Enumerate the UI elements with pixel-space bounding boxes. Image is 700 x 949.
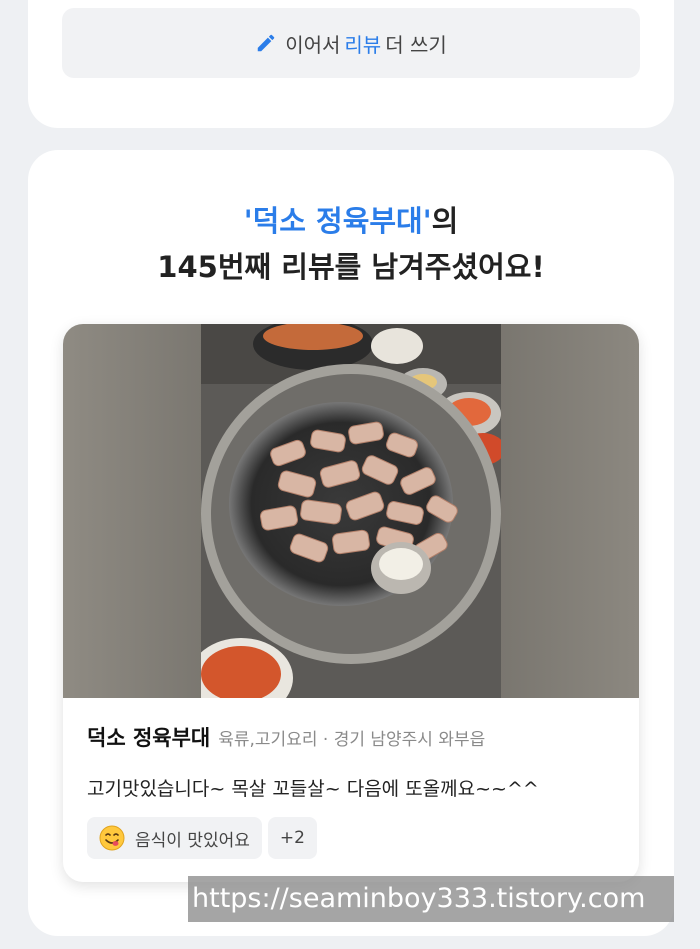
previous-card: 이어서 리뷰 더 쓰기 <box>28 0 674 128</box>
review-info: 덕소 정육부대 육류,고기요리 · 경기 남양주시 와부읍 고기맛있습니다~ 목… <box>87 722 627 859</box>
restaurant-meta: 육류,고기요리 · 경기 남양주시 와부읍 <box>218 730 486 750</box>
tag-more-count[interactable]: +2 <box>267 817 317 859</box>
review-complete-card: '덕소 정육부대'의 145번째 리뷰를 남겨주셨어요! 덕소 정육부대 육류,… <box>28 150 674 936</box>
continue-suffix: 더 쓰기 <box>385 32 447 57</box>
grill-photo-illustration <box>201 324 501 698</box>
continue-prefix: 이어서 <box>285 32 341 57</box>
restaurant-name[interactable]: 덕소 정육부대 <box>87 722 210 752</box>
review-text: 고기맛있습니다~ 목살 꼬들살~ 다음에 또올께요~~^^ <box>87 778 539 800</box>
headline-line-1: '덕소 정육부대'의 <box>28 198 674 244</box>
headline-line-2: 145번째 리뷰를 남겨주셨어요! <box>157 250 545 284</box>
pencil-icon <box>257 34 275 52</box>
review-photo-area <box>63 324 639 698</box>
tag-more-label: +2 <box>279 828 305 848</box>
headline-suffix: 의 <box>431 204 459 238</box>
continue-highlight: 리뷰 <box>344 32 382 57</box>
tag-tasty: 음식이 맛있어요 <box>87 817 262 859</box>
continue-review-button[interactable]: 이어서 리뷰 더 쓰기 <box>62 8 640 78</box>
yum-emoji-icon <box>99 825 125 851</box>
review-card[interactable]: 덕소 정육부대 육류,고기요리 · 경기 남양주시 와부읍 고기맛있습니다~ 목… <box>63 324 639 882</box>
tag-tasty-label: 음식이 맛있어요 <box>135 830 250 851</box>
restaurant-row: 덕소 정육부대 육류,고기요리 · 경기 남양주시 와부읍 <box>87 722 627 752</box>
review-tags: 음식이 맛있어요 +2 <box>87 817 627 859</box>
headline-restaurant: '덕소 정육부대' <box>243 204 432 238</box>
watermark-url: https://seaminboy333.tistory.com <box>188 876 674 922</box>
page-title: '덕소 정육부대'의 145번째 리뷰를 남겨주셨어요! <box>28 198 674 290</box>
review-photo[interactable] <box>201 324 501 698</box>
